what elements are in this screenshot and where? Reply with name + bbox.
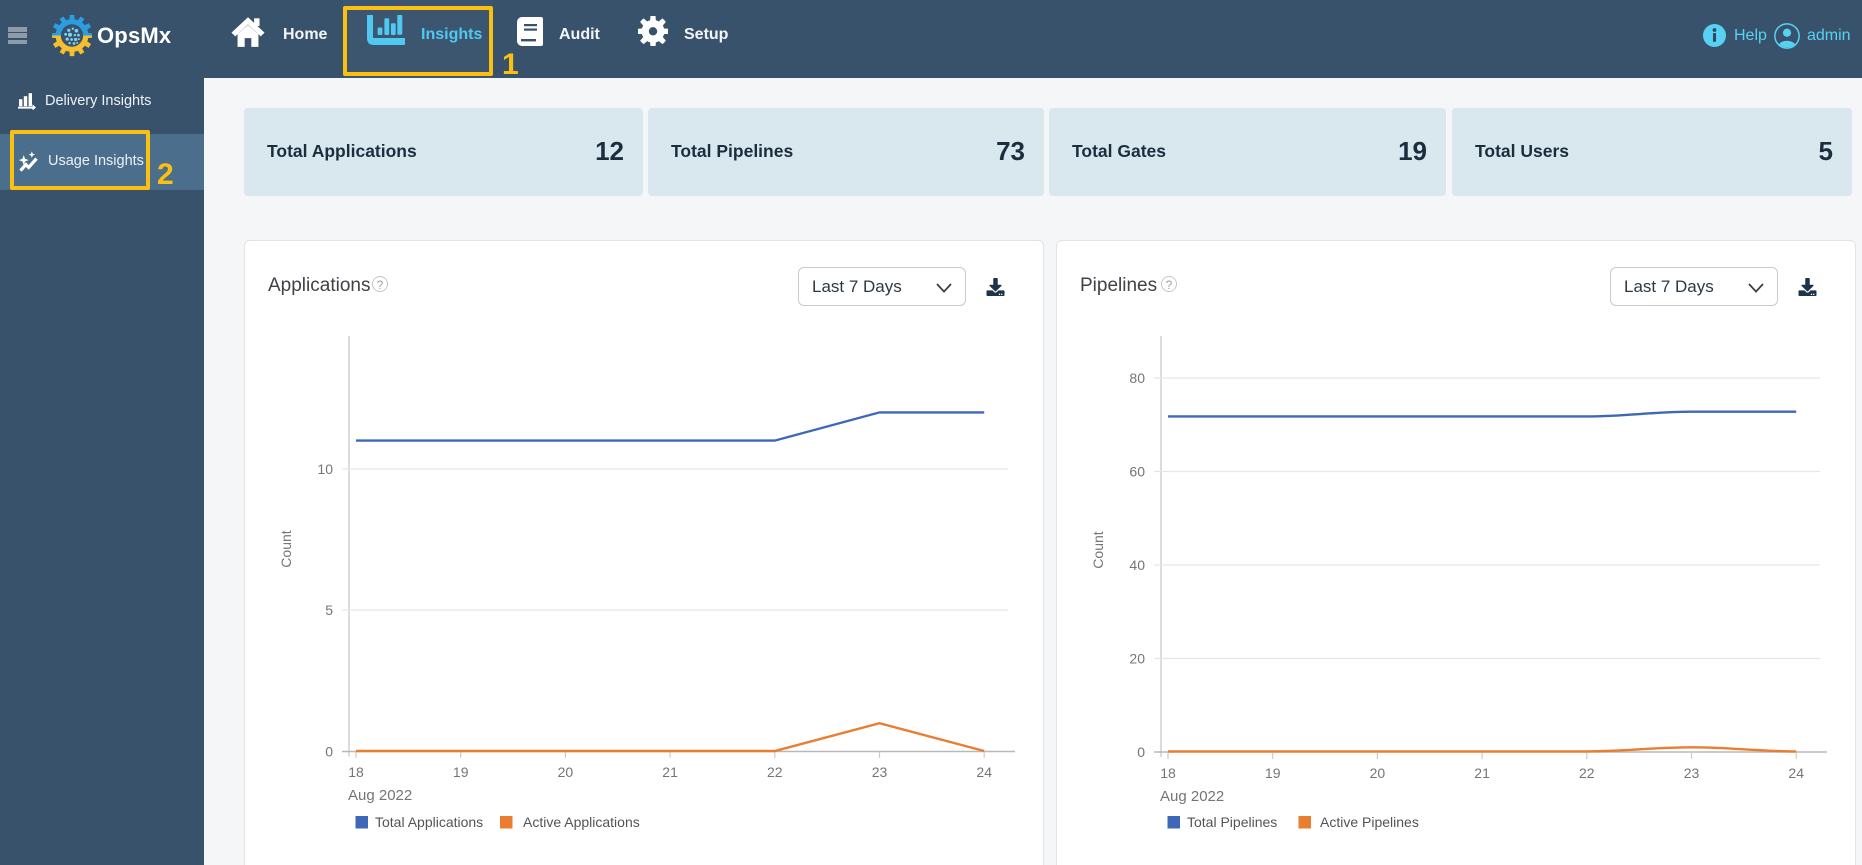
svg-text:60: 60 — [1129, 464, 1145, 480]
svg-text:21: 21 — [662, 764, 678, 780]
svg-text:19: 19 — [1265, 765, 1281, 781]
svg-text:0: 0 — [1137, 744, 1145, 760]
svg-text:21: 21 — [1474, 765, 1490, 781]
svg-text:18: 18 — [348, 764, 364, 780]
svg-text:24: 24 — [976, 764, 992, 780]
svg-text:Active Applications: Active Applications — [523, 814, 640, 830]
svg-text:24: 24 — [1788, 765, 1804, 781]
svg-text:Aug 2022: Aug 2022 — [1160, 788, 1224, 805]
svg-text:22: 22 — [767, 764, 783, 780]
svg-text:Count: Count — [278, 530, 294, 567]
svg-text:80: 80 — [1129, 370, 1145, 386]
svg-text:0: 0 — [325, 744, 333, 760]
svg-text:Count: Count — [1090, 531, 1106, 568]
svg-text:20: 20 — [558, 764, 574, 780]
svg-text:18: 18 — [1160, 765, 1176, 781]
svg-text:20: 20 — [1370, 765, 1386, 781]
svg-text:19: 19 — [453, 764, 469, 780]
svg-text:Active Pipelines: Active Pipelines — [1320, 814, 1419, 830]
svg-text:Total Applications: Total Applications — [375, 814, 483, 830]
svg-text:22: 22 — [1579, 765, 1595, 781]
svg-text:23: 23 — [872, 764, 888, 780]
svg-text:20: 20 — [1129, 651, 1145, 667]
svg-text:Aug 2022: Aug 2022 — [348, 787, 412, 804]
svg-text:Total Pipelines: Total Pipelines — [1187, 814, 1277, 830]
svg-text:10: 10 — [317, 461, 333, 477]
svg-text:40: 40 — [1129, 557, 1145, 573]
svg-text:5: 5 — [325, 602, 333, 618]
svg-text:23: 23 — [1684, 765, 1700, 781]
